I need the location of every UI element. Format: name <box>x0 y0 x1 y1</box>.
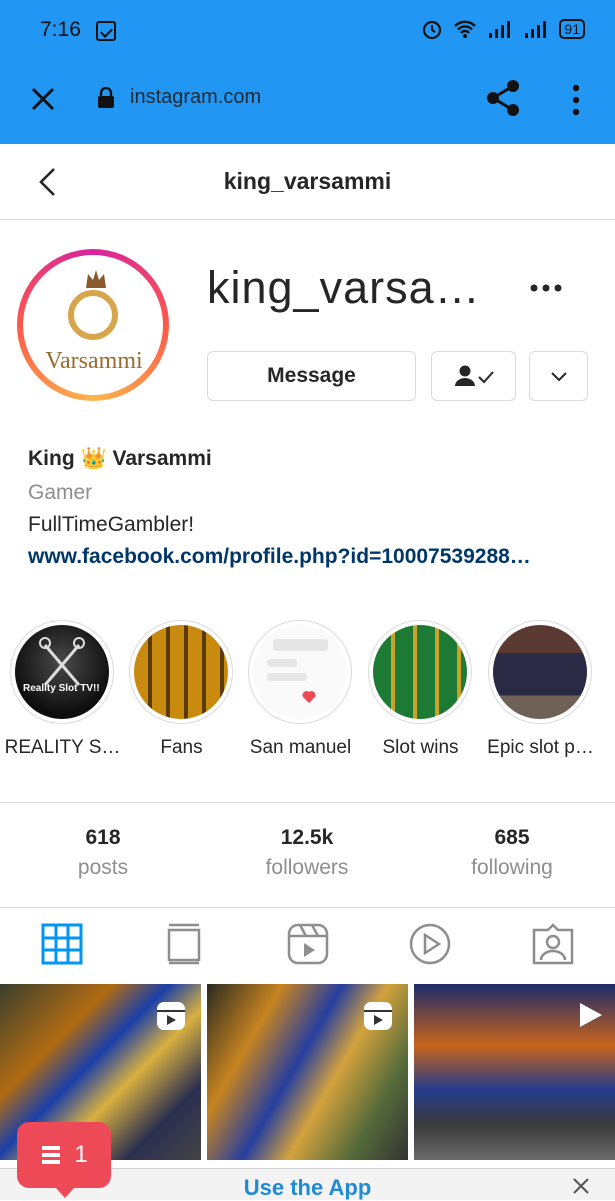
close-icon[interactable] <box>28 84 58 114</box>
stat-posts: 618 posts <box>28 826 178 880</box>
avatar[interactable]: Varsammi <box>23 255 163 395</box>
post-thumbnail[interactable] <box>207 984 408 1160</box>
highlight-thumb <box>373 625 467 719</box>
highlight-thumb <box>134 625 228 719</box>
play-icon <box>580 1003 602 1027</box>
grid-icon[interactable] <box>40 922 84 966</box>
message-button[interactable]: Message <box>207 351 416 401</box>
profile-tabs <box>0 908 615 983</box>
signal-icon-2 <box>525 21 547 38</box>
stat-following[interactable]: 685 following <box>437 826 587 880</box>
highlight-item[interactable]: Epic slot p… <box>487 620 594 759</box>
highlight-label: San manuel <box>249 737 352 758</box>
highlight-ring: Reality Slot TV!! <box>10 620 114 724</box>
share-icon[interactable] <box>485 78 521 118</box>
category-label: Gamer <box>28 481 93 504</box>
battery-indicator: 91 <box>559 19 585 39</box>
post-thumbnail[interactable] <box>414 984 615 1160</box>
bio-text: FullTimeGambler! <box>28 513 195 536</box>
lock-icon <box>98 87 114 108</box>
highlight-label: Slot wins <box>382 737 459 758</box>
wifi-icon <box>454 20 477 38</box>
person-check-icon <box>454 365 494 386</box>
highlight-label: Epic slot p… <box>487 737 594 758</box>
reels-icon <box>157 1002 185 1030</box>
bio-link[interactable]: www.facebook.com/profile.php?id=10007539… <box>28 545 598 569</box>
stat-label: followers <box>265 856 349 879</box>
crown-icon <box>86 270 106 288</box>
reels-icon[interactable] <box>286 922 330 966</box>
highlight-item[interactable]: Fans <box>129 620 234 759</box>
stat-label: following <box>471 856 553 879</box>
highlight-thumb <box>253 625 347 719</box>
ring-logo <box>68 290 118 340</box>
suggested-accounts-button[interactable] <box>529 351 588 401</box>
overflow-menu-icon[interactable] <box>566 80 586 120</box>
following-button[interactable] <box>431 351 516 401</box>
highlight-item[interactable]: Reality Slot TV!! REALITY S… <box>5 620 120 759</box>
highlight-ring <box>129 620 233 724</box>
stat-value: 12.5k <box>280 826 334 849</box>
close-icon[interactable] <box>572 1177 590 1195</box>
stat-value: 618 <box>85 826 121 849</box>
chevron-down-icon <box>550 372 567 382</box>
highlight-label: Fans <box>160 737 203 758</box>
divider <box>0 802 615 803</box>
clock: 7:16 <box>40 18 81 41</box>
calendar-icon <box>96 21 116 41</box>
highlight-ring <box>488 620 592 724</box>
highlight-caption: Reality Slot TV!! <box>23 683 100 694</box>
highlight-ring <box>368 620 472 724</box>
stat-value: 685 <box>494 826 530 849</box>
full-name: King 👑 Varsammi <box>28 447 212 470</box>
url-text[interactable]: instagram.com <box>130 86 261 109</box>
avatar-story-ring[interactable]: Varsammi <box>17 249 169 401</box>
notification-badge[interactable]: 1 <box>17 1122 111 1198</box>
highlight-item[interactable]: Slot wins <box>368 620 473 759</box>
status-bar: 7:16 91 <box>0 0 615 62</box>
notification-count: 1 <box>74 1141 88 1168</box>
highlight-item[interactable]: San manuel <box>248 620 353 759</box>
keys-graphic <box>39 637 85 686</box>
alarm-icon <box>423 20 442 40</box>
avatar-logo-text: Varsammi <box>45 348 143 374</box>
signal-icon <box>489 21 511 38</box>
highlight-label: REALITY S… <box>4 737 121 758</box>
guide-icon[interactable] <box>162 922 206 966</box>
profile-username: king_varsa… <box>207 262 481 313</box>
highlight-thumb <box>493 625 587 719</box>
page-title: king_varsammi <box>223 168 392 194</box>
profile-header: king_varsammi <box>0 144 615 220</box>
reels-icon <box>364 1002 392 1030</box>
browser-toolbar: instagram.com <box>0 62 615 144</box>
posts-stack-icon <box>42 1146 61 1164</box>
tagged-icon[interactable] <box>531 922 575 966</box>
more-options-icon[interactable] <box>529 280 563 296</box>
stat-followers[interactable]: 12.5k followers <box>232 826 382 880</box>
bio-section: King 👑 Varsammi Gamer FullTimeGambler! w… <box>28 447 598 569</box>
video-icon[interactable] <box>408 922 452 966</box>
heart-icon <box>267 639 328 703</box>
highlight-ring <box>248 620 352 724</box>
highlight-thumb: Reality Slot TV!! <box>15 625 109 719</box>
status-icons: 91 <box>421 18 585 40</box>
stat-label: posts <box>77 856 129 879</box>
